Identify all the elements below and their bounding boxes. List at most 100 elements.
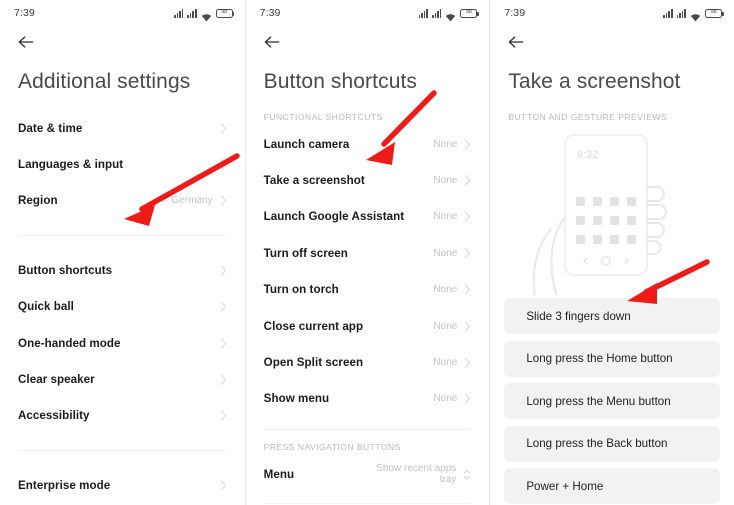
status-bar-icons: 98 [418, 8, 479, 21]
battery-icon: 98 [704, 8, 724, 18]
status-bar-clock: 7:39 [504, 7, 526, 19]
settings-list-group-2: Button shortcuts Quick ball One-handed m… [0, 252, 245, 434]
list-item-one-handed-mode[interactable]: One-handed mode [18, 325, 227, 361]
list-item-label: Region [18, 194, 58, 208]
list-item-value: None [433, 320, 458, 332]
chevron-right-icon [465, 320, 471, 332]
option-power-plus-home[interactable]: Power + Home [504, 468, 720, 504]
chevron-right-icon [465, 357, 471, 368]
list-item-value: Germany [171, 195, 213, 207]
shortcut-list: Launch camera None Take a screenshot Non… [246, 126, 490, 417]
list-item-clear-speaker[interactable]: Clear speaker [18, 361, 227, 397]
status-bar: 7:39 98 [0, 0, 245, 26]
list-item-label: Close current app [263, 319, 364, 333]
chevron-right-icon [465, 211, 471, 223]
page-title: Take a screenshot [508, 70, 681, 93]
battery-level-text: 98 [710, 9, 717, 16]
list-item-quick-ball[interactable]: Quick ball [18, 289, 227, 325]
list-item-launch-google-assistant[interactable]: Launch Google Assistant None [264, 199, 472, 235]
chevron-right-icon [220, 410, 226, 422]
chevron-up-down-icon [464, 469, 471, 480]
list-item-date-time[interactable]: Date & time [18, 110, 227, 146]
option-long-press-back-button[interactable]: Long press the Back button [504, 425, 720, 462]
status-bar: 7:39 98 [246, 0, 490, 26]
list-item-label: Turn on torch [263, 283, 339, 297]
page-title: Additional settings [18, 70, 191, 93]
signal-bars-icon [431, 9, 442, 18]
list-item-label: Launch Google Assistant [263, 210, 405, 224]
list-item-region[interactable]: Region Germany [18, 183, 227, 219]
list-item-label: Take a screenshot [263, 174, 365, 188]
fingers-icon [646, 186, 668, 255]
panel-button-shortcuts: 7:39 98 Button shortcuts FUNCTIONAL SHOR… [244, 0, 490, 505]
signal-bars-icon [676, 9, 686, 18]
chevron-right-icon [220, 301, 226, 312]
section-header-button-and-gesture-previews: BUTTON AND GESTURE PREVIEWS [508, 112, 668, 122]
back-button[interactable] [246, 26, 490, 58]
settings-list-group-3: Enterprise mode Developer options [0, 467, 245, 505]
list-item-label: One-handed mode [18, 336, 121, 350]
option-long-press-menu-button[interactable]: Long press the Menu button [504, 383, 720, 419]
list-item-button-shortcuts[interactable]: Button shortcuts [18, 252, 227, 288]
settings-list: Date & time Languages & input Region Ger… [0, 110, 245, 219]
list-item-menu[interactable]: Menu Show recent apps tray [264, 456, 472, 492]
nav-button-list: Menu Show recent apps tray [246, 456, 490, 492]
signal-bars-icon [418, 9, 428, 18]
list-item-turn-on-torch[interactable]: Turn on torch None [264, 272, 472, 308]
status-bar-clock: 7:39 [14, 7, 35, 19]
chevron-right-icon [220, 337, 226, 349]
option-label: Long press the Menu button [526, 394, 671, 408]
signal-bars-icon [187, 9, 197, 18]
option-long-press-home-button[interactable]: Long press the Home button [504, 340, 720, 377]
list-item-enterprise-mode[interactable]: Enterprise mode [18, 467, 227, 503]
list-item-label: Menu [263, 467, 295, 481]
chevron-right-icon [465, 175, 471, 186]
list-item-label: Accessibility [18, 409, 90, 423]
list-item-close-current-app[interactable]: Close current app None [264, 308, 472, 344]
list-item-open-split-screen[interactable]: Open Split screen None [264, 344, 472, 380]
chevron-right-icon [220, 159, 226, 170]
list-item-label: Open Split screen [263, 356, 364, 370]
back-button[interactable] [0, 26, 245, 58]
chevron-right-icon [465, 284, 471, 295]
list-item-languages-input[interactable]: Languages & input [18, 146, 227, 182]
chevron-right-icon [220, 265, 226, 276]
list-item-value: None [433, 247, 458, 259]
back-button[interactable] [490, 26, 734, 58]
gesture-preview-illustration: 6:32 [490, 122, 734, 298]
list-item-label: Show menu [263, 392, 330, 406]
battery-level-text: 98 [221, 9, 228, 16]
list-item-accessibility[interactable]: Accessibility [18, 398, 227, 434]
status-bar: 7:39 98 [490, 0, 734, 26]
signal-bars-icon [173, 9, 184, 18]
list-item-value: None [433, 284, 458, 296]
section-divider [263, 502, 472, 504]
panel-additional-settings: 7:39 98 Additional settings Date & time [0, 0, 245, 505]
signal-bars-icon [663, 9, 673, 18]
list-item-value: None [433, 175, 458, 187]
list-item-launch-camera[interactable]: Launch camera None [264, 126, 472, 162]
back-arrow-icon [18, 36, 34, 48]
status-bar-icons: 98 [173, 8, 235, 21]
chevron-right-icon [220, 123, 226, 134]
section-header-press-navigation-buttons: PRESS NAVIGATION BUTTONS [263, 442, 401, 453]
list-item-value: None [433, 211, 458, 223]
option-slide-3-fingers-down[interactable]: Slide 3 fingers down [504, 298, 720, 334]
back-arrow-icon [264, 36, 279, 48]
list-item-show-menu[interactable]: Show menu None [264, 381, 472, 417]
list-item-turn-off-screen[interactable]: Turn off screen None [264, 235, 472, 271]
option-label: Slide 3 fingers down [526, 309, 631, 323]
list-item-label: Enterprise mode [18, 478, 111, 492]
back-arrow-icon [509, 36, 524, 48]
page-title: Button shortcuts [263, 70, 418, 93]
option-label: Long press the Back button [526, 437, 668, 450]
list-item-take-a-screenshot[interactable]: Take a screenshot None [264, 162, 472, 198]
battery-icon: 98 [215, 8, 235, 18]
panel-take-a-screenshot: 7:39 98 Take a screenshot BUTTON AND GES… [489, 0, 734, 505]
screenshot-triptych: 7:39 98 Additional settings Date & time [0, 0, 734, 505]
